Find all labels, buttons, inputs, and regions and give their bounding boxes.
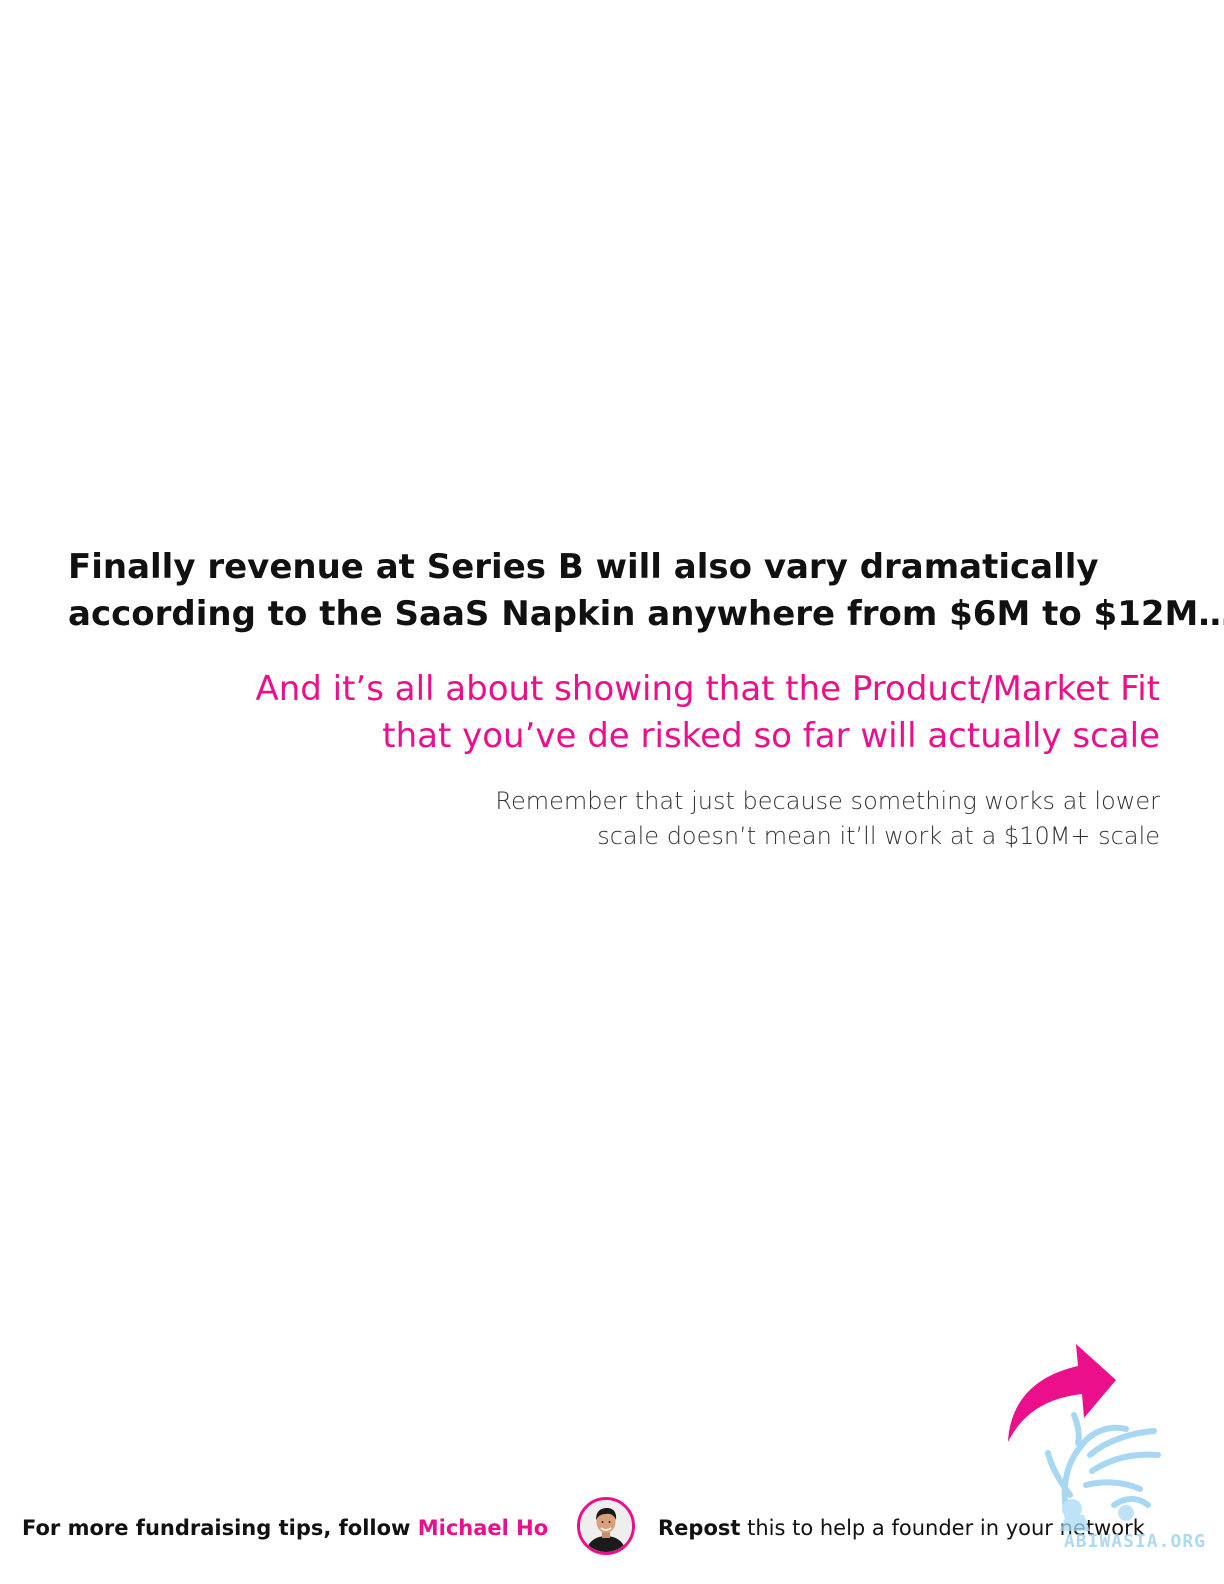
subheadline-line-1: And it’s all about showing that the Prod… [255, 669, 1160, 709]
headline-line-2: according to the SaaS Napkin anywhere fr… [68, 594, 1224, 634]
subheadline-line-2: that you’ve de risked so far will actual… [382, 716, 1160, 756]
note-line-2: scale doesn’t mean it’ll work at a $10M+… [597, 822, 1160, 850]
follow-prefix: For more fundraising tips, follow [22, 1516, 418, 1540]
headline: Finally revenue at Series B will also va… [68, 544, 1224, 638]
watermark-text: ABIWASIA.ORG [1063, 1531, 1206, 1552]
note-line-1: Remember that just because something wor… [495, 787, 1160, 815]
watermark-logo-icon [1045, 1412, 1161, 1531]
note: Remember that just because something wor… [495, 784, 1160, 854]
follow-cta: For more fundraising tips, follow Michae… [22, 1513, 548, 1543]
headline-line-1: Finally revenue at Series B will also va… [68, 547, 1099, 587]
author-avatar[interactable] [577, 1497, 635, 1555]
repost-word[interactable]: Repost [658, 1516, 740, 1540]
subheadline: And it’s all about showing that the Prod… [255, 666, 1160, 760]
author-name-link[interactable]: Michael Ho [418, 1516, 548, 1540]
avatar-portrait-icon [580, 1500, 632, 1552]
